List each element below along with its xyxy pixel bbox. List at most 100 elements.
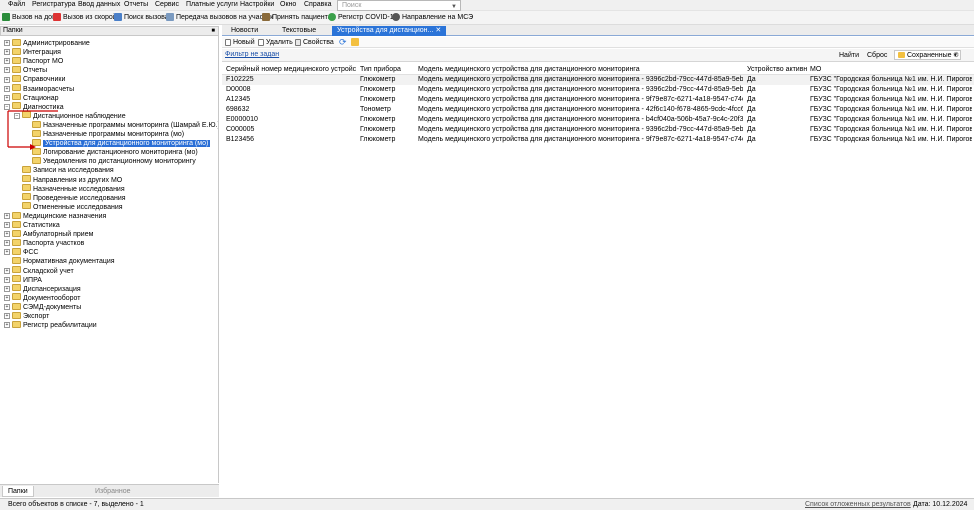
- tree-item[interactable]: Записи на исследования: [14, 166, 114, 175]
- accept-patient-button[interactable]: Принять пациента: [262, 13, 332, 23]
- tree-item[interactable]: + Регистр реабилитации: [4, 320, 97, 330]
- col-mo[interactable]: МО: [810, 65, 970, 75]
- expand-toggle-icon[interactable]: +: [4, 85, 10, 92]
- table-row[interactable]: E0000010 Глюкометр Модель медицинского уст…: [222, 115, 974, 125]
- expand-toggle-icon[interactable]: +: [4, 240, 10, 247]
- col-serial[interactable]: Серийный номер медицинского устройства: [226, 65, 356, 75]
- menu-settings[interactable]: Настройки: [240, 1, 274, 8]
- expand-toggle-icon[interactable]: +: [4, 76, 10, 83]
- tree-item[interactable]: Назначенные исследования: [14, 184, 125, 194]
- transfer-calls-button[interactable]: Передача вызовов на участок: [166, 13, 273, 23]
- tree-item[interactable]: + Паспорт МО: [4, 56, 63, 66]
- menu-file[interactable]: Файл: [8, 1, 25, 8]
- expand-toggle-icon[interactable]: +: [4, 58, 10, 65]
- tab-news[interactable]: Новости: [226, 26, 263, 36]
- menu-data-entry[interactable]: Ввод данных: [78, 1, 120, 8]
- tree-item[interactable]: Отмененные исследования: [14, 202, 123, 212]
- expand-toggle-icon[interactable]: −: [4, 103, 10, 110]
- table-row[interactable]: C000005 Глюкометр Модель медицинского устр…: [222, 125, 974, 135]
- tree-item[interactable]: + Взаиморасчеты: [4, 84, 74, 94]
- table-row[interactable]: F102225 Глюкометр Модель медицинского устр…: [222, 75, 974, 85]
- tree-item[interactable]: + Амбулаторный прием: [4, 229, 93, 239]
- tree-item[interactable]: + ИПРА: [4, 275, 42, 285]
- tree-item[interactable]: + Документооборот: [4, 293, 81, 303]
- tree-item[interactable]: − Дистанционное наблюдение: [14, 111, 126, 121]
- mse-referral-button[interactable]: Направление на МСЭ: [392, 13, 473, 23]
- expand-toggle-icon[interactable]: +: [4, 285, 10, 292]
- tree-item[interactable]: + СЭМД-документы: [4, 302, 81, 312]
- tree-item[interactable]: − Диагностика: [4, 102, 64, 112]
- properties-button[interactable]: Свойства: [295, 38, 334, 48]
- tree-item[interactable]: + Отчеты: [4, 65, 47, 75]
- expand-toggle-icon[interactable]: +: [4, 49, 10, 56]
- expand-toggle-icon[interactable]: +: [4, 213, 10, 220]
- expand-toggle-icon[interactable]: +: [4, 231, 10, 238]
- table-row[interactable]: 698632 Тонометр Модель медицинского устрой…: [222, 105, 974, 115]
- tree-item[interactable]: Назначенные программы мониторинга (Шамра…: [24, 120, 218, 130]
- tree-item[interactable]: + Статистика: [4, 220, 60, 230]
- find-button[interactable]: Найти: [839, 51, 859, 60]
- tree-item[interactable]: Логирование дистанционного мониторинга (…: [24, 147, 198, 157]
- covid-registry-button[interactable]: Регистр COVID-19: [328, 13, 398, 23]
- tree-item[interactable]: Нормативная документация: [4, 257, 115, 266]
- new-button[interactable]: Новый: [225, 38, 255, 48]
- refresh-icon[interactable]: ⟳: [339, 37, 347, 47]
- tab-folders[interactable]: Папки: [2, 486, 34, 497]
- tree-item[interactable]: + Справочники: [4, 75, 65, 84]
- expand-toggle-icon[interactable]: +: [4, 322, 10, 329]
- expand-toggle-icon[interactable]: +: [4, 304, 10, 311]
- col-model[interactable]: Модель медицинского устройства для диста…: [418, 65, 743, 75]
- deferred-results-link[interactable]: Список отложенных результатов: [805, 499, 911, 510]
- tree-item[interactable]: + Администрирование: [4, 38, 90, 48]
- expand-toggle-icon[interactable]: +: [4, 249, 10, 256]
- menu-registry[interactable]: Регистратура: [32, 1, 76, 8]
- table-row[interactable]: B123456 Глюкометр Модель медицинского устр…: [222, 135, 974, 145]
- reset-button[interactable]: Сброс: [867, 51, 887, 60]
- tree-item[interactable]: + Интеграция: [4, 47, 61, 57]
- expand-toggle-icon[interactable]: +: [4, 94, 10, 101]
- tree-item[interactable]: + Паспорта участков: [4, 238, 84, 248]
- tree-item[interactable]: Проведенные исследования: [14, 193, 126, 203]
- settings-icon[interactable]: ⚙: [953, 51, 959, 60]
- expand-toggle-icon[interactable]: +: [4, 222, 10, 229]
- tree-item[interactable]: + Экспорт: [4, 311, 49, 321]
- menu-help[interactable]: Справка: [304, 1, 331, 8]
- pin-icon[interactable]: ■: [211, 27, 215, 35]
- tab-devices[interactable]: Устройства для дистанцион... ✕: [332, 26, 447, 36]
- tree-item[interactable]: Направления из других МО: [14, 175, 122, 185]
- tree-item[interactable]: + Стационар: [4, 93, 59, 103]
- house-call-button[interactable]: Вызов на дом: [2, 13, 57, 23]
- export-icon[interactable]: [351, 38, 361, 48]
- menu-service[interactable]: Сервис: [155, 1, 179, 8]
- tree-item[interactable]: Устройства для дистанционного мониторинг…: [24, 138, 211, 148]
- tree-item[interactable]: + Диспансеризация: [4, 284, 81, 294]
- filter-link[interactable]: Фильтр не задан: [225, 51, 279, 58]
- expand-toggle-icon[interactable]: −: [14, 112, 20, 119]
- tree-item[interactable]: + ФСС: [4, 247, 38, 257]
- saved-filters-dropdown[interactable]: Сохраненные ▾: [894, 50, 962, 60]
- search-input[interactable]: Поиск ▼: [337, 0, 461, 11]
- menu-reports[interactable]: Отчеты: [124, 1, 148, 8]
- expand-toggle-icon[interactable]: +: [4, 276, 10, 283]
- expand-toggle-icon[interactable]: +: [4, 67, 10, 74]
- table-row[interactable]: D00008 Глюкометр Модель медицинского устро…: [222, 85, 974, 95]
- tree-item[interactable]: Уведомления по дистанционному мониторинг…: [24, 156, 196, 166]
- col-type[interactable]: Тип прибора: [360, 65, 415, 75]
- tree-item[interactable]: + Медицинские назначения: [4, 211, 106, 221]
- delete-button[interactable]: Удалить: [258, 38, 293, 48]
- tab-favorites[interactable]: Избранное: [90, 486, 135, 497]
- close-icon[interactable]: ✕: [435, 27, 441, 34]
- menu-paid-services[interactable]: Платные услуги: [186, 1, 238, 8]
- tree-item[interactable]: Назначенные программы мониторинга (мо): [24, 129, 184, 139]
- col-active[interactable]: Устройство активно: [747, 65, 807, 75]
- tab-text[interactable]: Текстовые: [277, 26, 321, 36]
- tree-item[interactable]: + Складской учет: [4, 266, 74, 276]
- expand-toggle-icon[interactable]: +: [4, 40, 10, 47]
- table-row[interactable]: A12345 Глюкометр Модель медицинского устро…: [222, 95, 974, 105]
- expand-toggle-icon[interactable]: +: [4, 313, 10, 320]
- menu-window[interactable]: Окно: [280, 1, 296, 8]
- expand-toggle-icon[interactable]: +: [4, 267, 10, 274]
- find-call-button[interactable]: Поиск вызова: [114, 13, 169, 23]
- ambulance-call-button[interactable]: Вызов из скорой: [53, 13, 117, 23]
- expand-toggle-icon[interactable]: +: [4, 294, 10, 301]
